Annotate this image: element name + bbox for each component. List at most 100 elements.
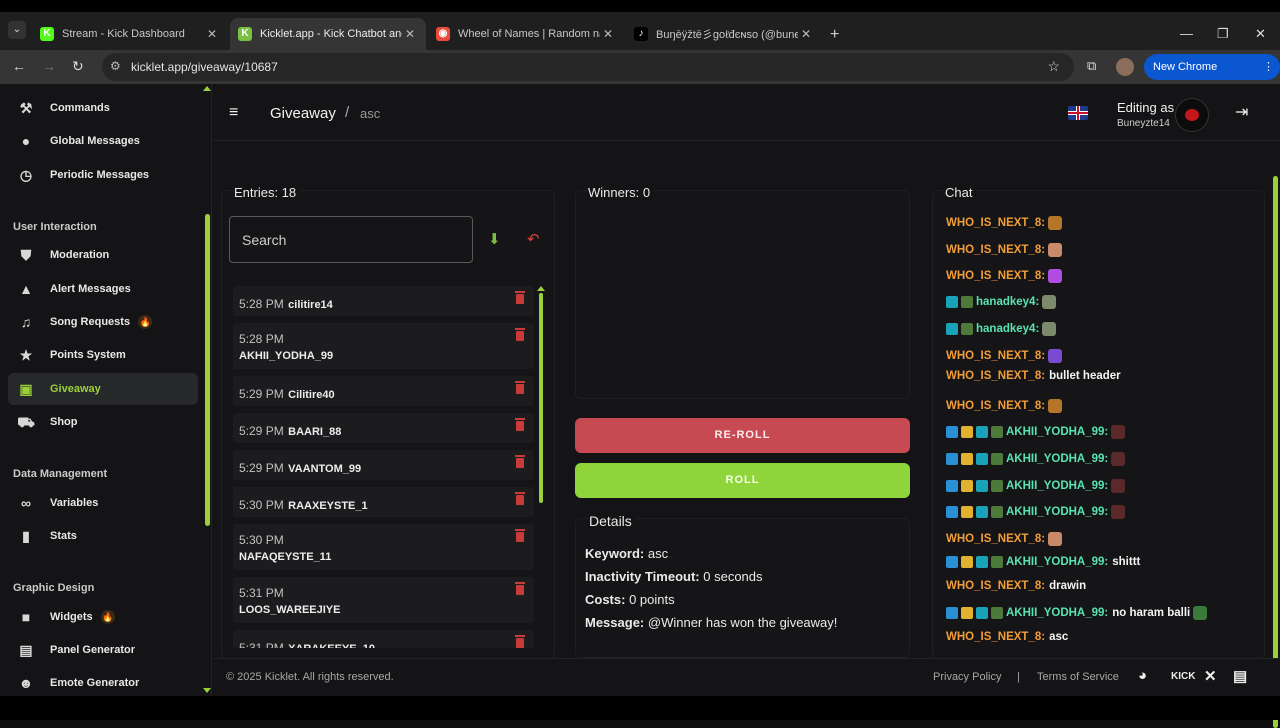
music-note-icon: ♫ bbox=[20, 314, 32, 330]
tab-close-icon[interactable]: ✕ bbox=[600, 27, 616, 41]
chat-username[interactable]: WHO_IS_NEXT_8: bbox=[946, 370, 1045, 382]
sidebar-scroll-down[interactable] bbox=[203, 688, 211, 693]
chat-username[interactable]: AKHII_YODHA_99: bbox=[1006, 480, 1108, 492]
new-tab-button[interactable]: + bbox=[830, 26, 839, 44]
chat-title: Chat bbox=[945, 185, 977, 200]
sidebar-item-song-requests[interactable]: ♫ Song Requests 🔥 bbox=[8, 306, 198, 338]
uk-flag-icon[interactable] bbox=[1068, 106, 1088, 120]
chat-username[interactable]: AKHII_YODHA_99: bbox=[1006, 453, 1108, 465]
sidebar-item-global-messages[interactable]: ● Global Messages bbox=[8, 125, 198, 157]
sidebar-scrollbar[interactable] bbox=[205, 214, 210, 526]
sidebar-item-moderation[interactable]: ⛊ Moderation bbox=[8, 239, 198, 271]
delete-entry-icon[interactable] bbox=[515, 381, 525, 394]
x-twitter-icon[interactable]: ✕ bbox=[1204, 667, 1217, 685]
privacy-policy-link[interactable]: Privacy Policy bbox=[933, 671, 1001, 683]
chat-username[interactable]: WHO_IS_NEXT_8: bbox=[946, 270, 1045, 282]
sidebar-item-label: Stats bbox=[50, 530, 77, 542]
forward-icon[interactable]: → bbox=[42, 58, 56, 74]
browser-tab[interactable]: K Stream - Kick Dashboard ✕ bbox=[32, 18, 228, 50]
delete-entry-icon[interactable] bbox=[515, 582, 525, 595]
chat-badge-icon bbox=[946, 426, 958, 438]
window-close-icon[interactable]: ✕ bbox=[1255, 26, 1266, 42]
chat-username[interactable]: WHO_IS_NEXT_8: bbox=[946, 244, 1045, 256]
chat-username[interactable]: WHO_IS_NEXT_8: bbox=[946, 631, 1045, 643]
download-icon[interactable]: ⬇ bbox=[488, 230, 501, 248]
reload-icon[interactable]: ↻ bbox=[72, 58, 84, 75]
restore-icon[interactable]: ❐ bbox=[1217, 26, 1229, 42]
entry-time: 5:30 PM bbox=[239, 498, 284, 512]
roll-button[interactable]: ROLL bbox=[575, 463, 910, 498]
breadcrumb-giveaway[interactable]: Giveaway bbox=[270, 105, 336, 122]
tab-search-dropdown-icon[interactable]: ⌄ bbox=[8, 21, 26, 39]
profile-avatar[interactable] bbox=[1116, 58, 1134, 76]
chat-username[interactable]: WHO_IS_NEXT_8: bbox=[946, 533, 1045, 545]
emote-icon bbox=[1042, 295, 1057, 309]
chat-badge-icon bbox=[961, 453, 973, 465]
chat-username[interactable]: AKHII_YODHA_99: bbox=[1006, 426, 1108, 438]
sidebar-item-variables[interactable]: ∞ Variables bbox=[8, 487, 198, 519]
extensions-icon[interactable]: ⧉ bbox=[1087, 58, 1096, 74]
delete-entry-icon[interactable] bbox=[515, 529, 525, 542]
chat-username[interactable]: AKHII_YODHA_99: bbox=[1006, 556, 1108, 568]
sidebar-scroll-up[interactable] bbox=[203, 86, 211, 91]
entries-scrollbar[interactable] bbox=[539, 293, 543, 503]
sidebar-item-shop[interactable]: ⛟ Shop bbox=[8, 406, 198, 438]
reroll-button[interactable]: RE-ROLL bbox=[575, 418, 910, 453]
more-menu-icon[interactable]: ⋮ bbox=[1263, 54, 1274, 80]
chat-message: AKHII_YODHA_99: no haram balli bbox=[946, 606, 1208, 620]
sidebar-item-stats[interactable]: ▮ Stats bbox=[8, 520, 198, 552]
sidebar-item-periodic-messages[interactable]: ◷ Periodic Messages bbox=[8, 159, 198, 191]
delete-entry-icon[interactable] bbox=[515, 291, 525, 304]
delete-entry-icon[interactable] bbox=[515, 492, 525, 505]
delete-entry-icon[interactable] bbox=[515, 635, 525, 648]
site-settings-icon[interactable]: ⚙ bbox=[110, 59, 121, 73]
chat-badge-icon bbox=[946, 453, 958, 465]
address-bar[interactable]: ⚙ kicklet.app/giveaway/10687 ☆ bbox=[102, 53, 1074, 81]
chat-text: drawin bbox=[1049, 580, 1087, 592]
logout-icon[interactable]: ⇥ bbox=[1235, 102, 1248, 122]
delete-entry-icon[interactable] bbox=[515, 418, 525, 431]
tab-close-icon[interactable]: ✕ bbox=[798, 27, 814, 41]
tab-close-icon[interactable]: ✕ bbox=[204, 27, 220, 41]
chat-username[interactable]: WHO_IS_NEXT_8: bbox=[946, 580, 1045, 592]
sidebar-item-giveaway[interactable]: ▣ Giveaway bbox=[8, 373, 198, 405]
browser-tab[interactable]: ◉ Wheel of Names | Random nam ✕ bbox=[428, 18, 624, 50]
chat-text: asc bbox=[1049, 631, 1069, 643]
sidebar-item-label: Alert Messages bbox=[50, 283, 131, 295]
chat-username[interactable]: hanadkey4: bbox=[976, 296, 1039, 308]
back-icon[interactable]: ← bbox=[12, 58, 26, 74]
chat-username[interactable]: AKHII_YODHA_99: bbox=[1006, 607, 1108, 619]
sidebar-item-commands[interactable]: ⚒ Commands bbox=[8, 92, 198, 124]
menu-toggle-icon[interactable]: ≡ bbox=[229, 104, 238, 122]
new-chrome-available-button[interactable]: New Chrome available⋮ bbox=[1144, 54, 1280, 99]
document-icon[interactable]: ▤ bbox=[1233, 667, 1247, 685]
entries-scroll-up[interactable] bbox=[537, 286, 545, 291]
delete-entry-icon[interactable] bbox=[515, 455, 525, 468]
undo-icon[interactable]: ↶ bbox=[527, 230, 540, 248]
page-scrollbar[interactable] bbox=[1273, 176, 1278, 728]
delete-entry-icon[interactable] bbox=[515, 328, 525, 341]
chat-username[interactable]: AKHII_YODHA_99: bbox=[1006, 506, 1108, 518]
chat-username[interactable]: WHO_IS_NEXT_8: bbox=[946, 350, 1045, 362]
sidebar-item-emote-generator[interactable]: ☻ Emote Generator bbox=[8, 667, 198, 696]
bookmark-star-icon[interactable]: ☆ bbox=[1047, 58, 1060, 75]
tab-close-icon[interactable]: ✕ bbox=[402, 27, 418, 41]
sidebar-item-panel-generator[interactable]: ▤ Panel Generator bbox=[8, 634, 198, 666]
browser-tab[interactable]: K Kicklet.app - Kick Chatbot and G✕ bbox=[230, 18, 426, 50]
chat-username[interactable]: WHO_IS_NEXT_8: bbox=[946, 217, 1045, 229]
kick-icon[interactable]: KICK bbox=[1171, 671, 1195, 682]
minimize-icon[interactable]: — bbox=[1180, 26, 1193, 41]
chat-username[interactable]: WHO_IS_NEXT_8: bbox=[946, 400, 1045, 412]
entries-search-input[interactable]: Search bbox=[229, 216, 473, 263]
sidebar-item-alert-messages[interactable]: ▲ Alert Messages bbox=[8, 273, 198, 305]
discord-icon[interactable]: ◕ bbox=[1138, 667, 1147, 684]
chat-username[interactable]: hanadkey4: bbox=[976, 323, 1039, 335]
chat-message: AKHII_YODHA_99: bbox=[946, 505, 1126, 519]
sidebar-item-label: Song Requests bbox=[50, 316, 131, 328]
sidebar-item-widgets[interactable]: ■ Widgets 🔥 bbox=[8, 601, 198, 633]
browser-tab[interactable]: ♪ Buŋēÿžtē彡ɡoℓđєɴso (@buneyz ✕ bbox=[626, 18, 822, 50]
user-avatar[interactable] bbox=[1175, 98, 1209, 132]
sidebar-item-points-system[interactable]: ★ Points System bbox=[8, 339, 198, 371]
entry-time: 5:30 PM bbox=[239, 533, 284, 547]
terms-of-service-link[interactable]: Terms of Service bbox=[1037, 671, 1119, 683]
